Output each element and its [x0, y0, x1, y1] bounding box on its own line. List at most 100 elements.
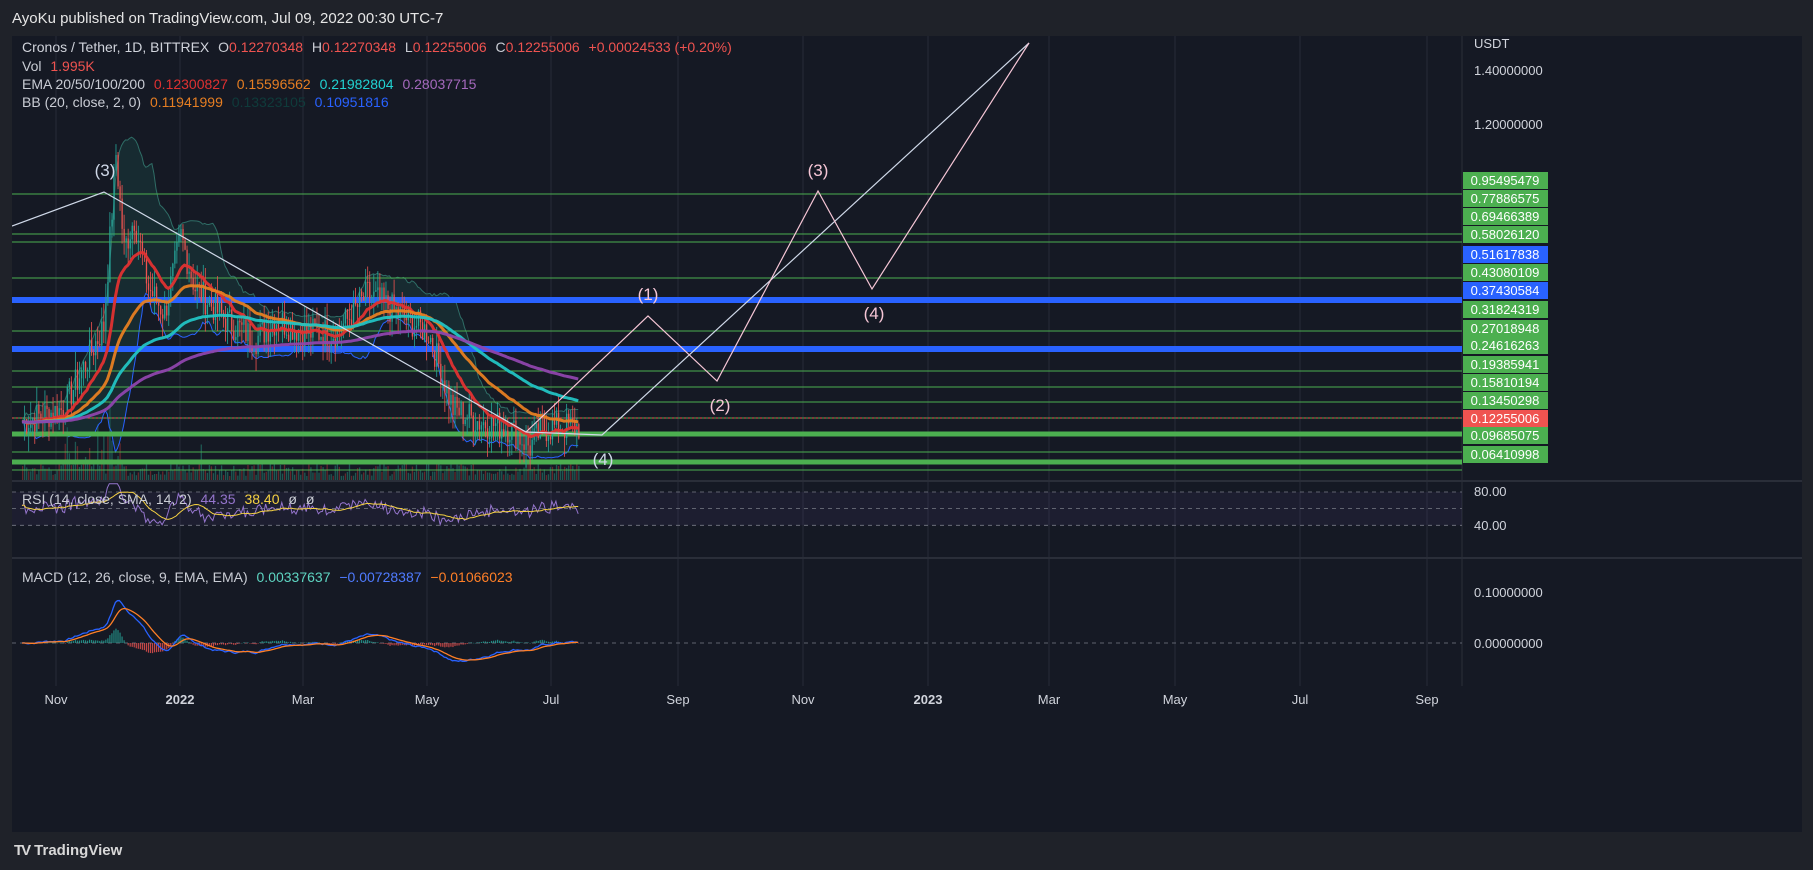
volume-bar	[482, 473, 485, 480]
macd-histogram-bar	[229, 643, 231, 644]
volume-bar	[72, 464, 75, 480]
volume-bar	[344, 473, 347, 480]
macd-histogram-bar	[421, 643, 424, 645]
candle-body	[247, 323, 249, 342]
volume-bar	[377, 466, 379, 480]
volume-bar	[22, 466, 24, 480]
macd-histogram-bar	[551, 641, 554, 643]
tradingview-logo[interactable]: TV TradingView	[14, 842, 122, 859]
volume-bar	[432, 471, 434, 480]
macd-histogram-bar	[149, 643, 152, 654]
candle-body	[430, 337, 432, 343]
volume-bar	[409, 473, 412, 480]
volume-bar	[48, 467, 50, 480]
volume-bar	[58, 463, 60, 480]
candle-body	[474, 430, 476, 432]
volume-bar	[578, 465, 580, 480]
candle-body	[86, 369, 89, 371]
volume-label: Vol	[22, 58, 42, 74]
price-level-value: 0.15810194	[1471, 375, 1540, 390]
macd-histogram-bar	[539, 640, 541, 643]
macd-histogram-bar	[488, 641, 491, 643]
candle-body	[452, 394, 454, 416]
volume-bar	[358, 467, 361, 480]
candle-body	[28, 427, 30, 433]
macd-legend[interactable]: MACD (12, 26, close, 9, EMA, EMA) 0.0033…	[22, 569, 518, 585]
ema-legend[interactable]: EMA 20/50/100/200 0.12300827 0.15596562 …	[22, 76, 481, 92]
macd-histogram-bar	[541, 639, 543, 643]
time-axis[interactable]: Nov 2022 Mar May Jul Sep Nov 2023 Mar May Jul Sep	[44, 692, 1438, 707]
rsi-upper-value: ø	[288, 491, 297, 507]
macd-histogram-bar	[531, 642, 533, 643]
macd-histogram-bar	[367, 639, 369, 643]
candle-body	[115, 155, 117, 171]
volume-bar	[151, 474, 154, 480]
candle-body	[97, 341, 99, 344]
volume-bar	[403, 462, 405, 480]
macd-histogram-bar	[279, 640, 282, 643]
price-level-label: 0.31824319	[1463, 301, 1548, 318]
symbol-legend[interactable]: Cronos / Tether, 1D, BITTREX O0.12270348…	[22, 39, 737, 55]
volume-bar	[405, 463, 407, 480]
candle-body	[460, 402, 462, 416]
candle-body	[70, 381, 73, 405]
candle-body	[354, 299, 357, 305]
wave-label: (4)	[593, 450, 614, 469]
wave-label: (4)	[864, 304, 885, 323]
bb-legend[interactable]: BB (20, close, 2, 0) 0.11941999 0.133231…	[22, 94, 394, 110]
volume-bar	[438, 462, 440, 480]
candle-body	[263, 322, 265, 343]
macd-histogram-bar	[50, 642, 52, 644]
macd-histogram-bar	[365, 640, 367, 643]
volume-bar	[251, 466, 253, 480]
price-level-value: 0.95495479	[1471, 173, 1540, 188]
chart-canvas[interactable]: (3)(4)(1)(2)(3)(4)(5) 80.0040.00 0.10000…	[12, 36, 1802, 832]
price-axis[interactable]: 0.95495479 0.77886575 0.69466389 0.58026120…	[1463, 36, 1548, 463]
volume-bar	[170, 464, 172, 480]
time-axis-tick: May	[1163, 692, 1188, 707]
volume-bar	[227, 472, 229, 480]
candle-body	[515, 420, 517, 449]
macd-histogram-bar	[76, 640, 79, 643]
volume-bar	[70, 465, 73, 480]
macd-histogram-bar	[430, 643, 432, 645]
macd-histogram-bar	[444, 643, 446, 648]
candle-body	[125, 238, 127, 242]
candle-body	[484, 422, 487, 429]
volume-bar	[298, 470, 300, 480]
volume-legend[interactable]: Vol 1.995K	[22, 58, 100, 74]
candle-body	[367, 281, 369, 283]
volume-value: 1.995K	[50, 58, 95, 74]
candle-body	[566, 413, 568, 439]
macd-histogram-bar	[113, 630, 115, 643]
rsi-legend[interactable]: RSI (14, close, SMA, 14, 2) 44.35 38.40 …	[22, 491, 319, 507]
volume-bar	[462, 465, 464, 480]
macd-histogram-bar	[220, 643, 223, 645]
time-axis-tick: Nov	[44, 692, 68, 707]
wave-label: (1)	[638, 285, 659, 304]
volume-bar	[233, 465, 235, 480]
volume-bar	[225, 470, 227, 480]
candle-body	[117, 155, 119, 187]
volume-bar	[263, 472, 265, 480]
candle-body	[168, 301, 170, 316]
volume-bar	[334, 465, 336, 480]
macd-histogram-bar	[334, 643, 336, 644]
time-axis-tick: Mar	[1038, 692, 1061, 707]
volume-bar	[326, 464, 328, 480]
candle-body	[212, 306, 215, 321]
chart-panel[interactable]: (3)(4)(1)(2)(3)(4)(5) 80.0040.00 0.10000…	[12, 36, 1802, 832]
candle-body	[436, 343, 438, 367]
candle-body	[206, 305, 209, 315]
macd-pane[interactable]: 0.10000000 0.00000000	[12, 585, 1543, 662]
candle-body	[373, 291, 375, 297]
volume-bar	[529, 470, 531, 480]
macd-histogram-bar	[578, 643, 580, 644]
last-price-value: 0.12255006	[1471, 411, 1540, 426]
candle-body	[68, 381, 70, 387]
time-axis-tick: May	[415, 692, 440, 707]
macd-histogram-bar	[383, 643, 385, 644]
candle-body	[513, 420, 515, 423]
macd-histogram-bar	[78, 640, 81, 643]
volume-bar	[397, 465, 399, 480]
